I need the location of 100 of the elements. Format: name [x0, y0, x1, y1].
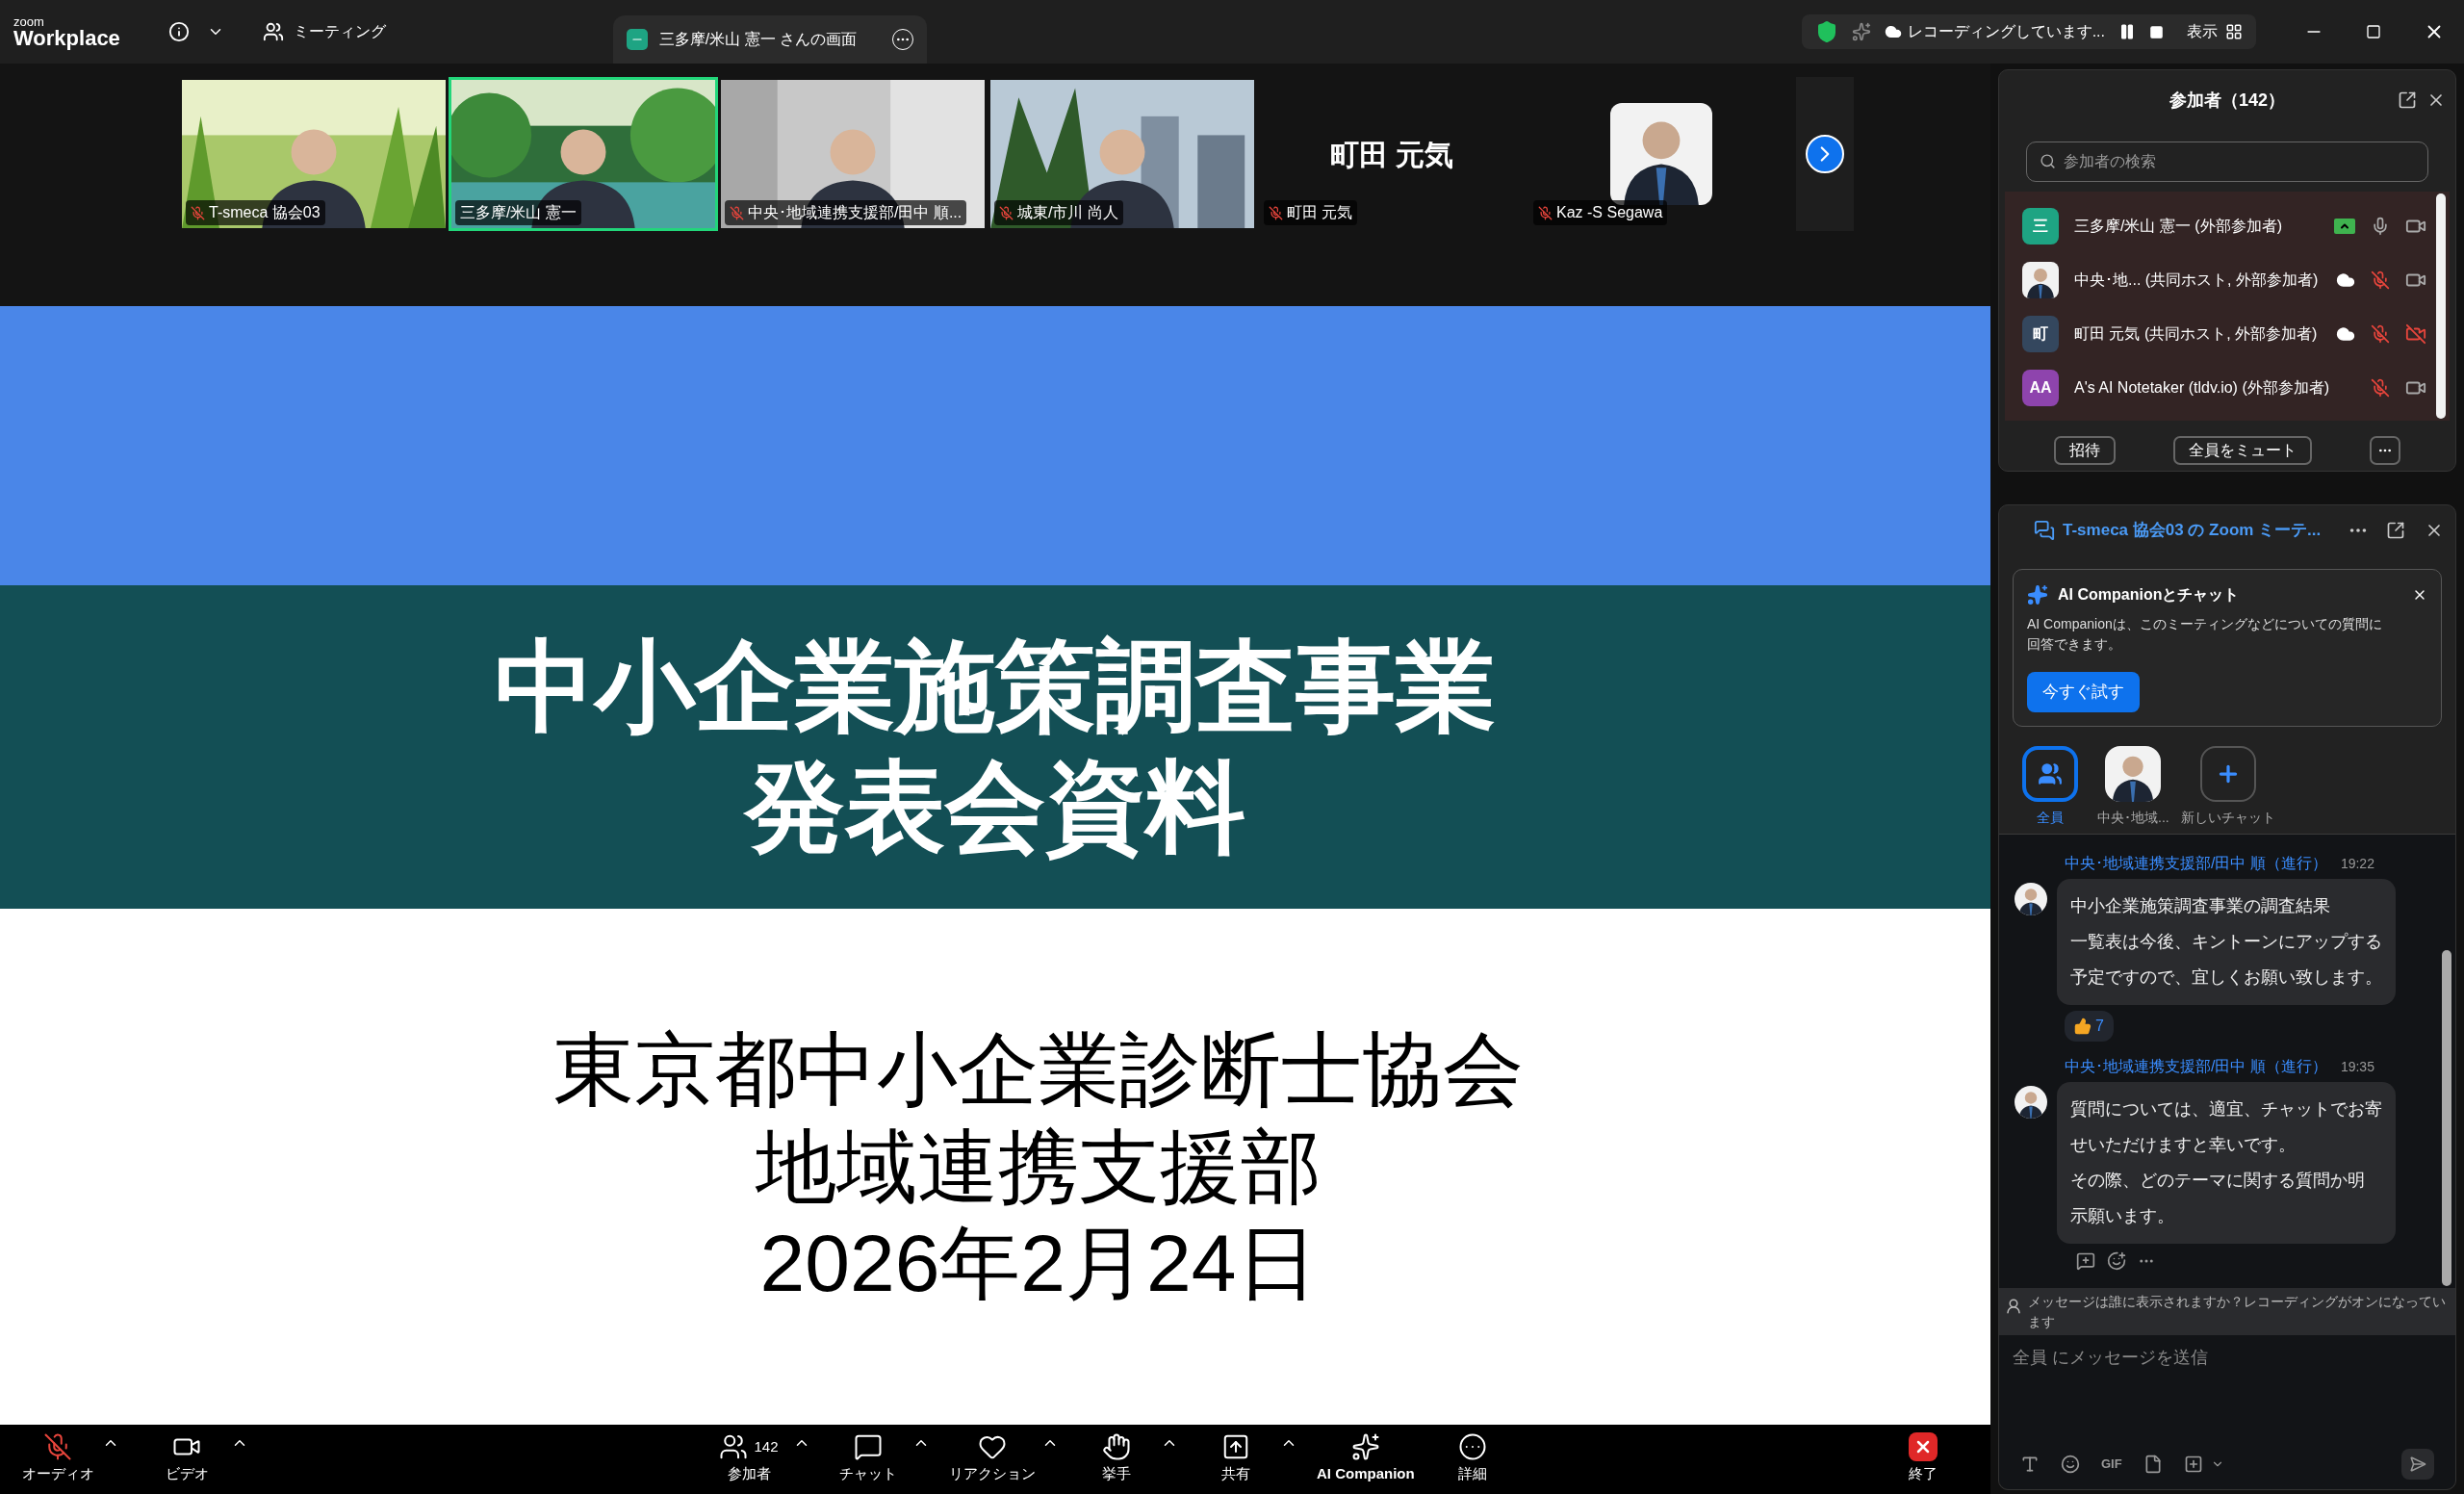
video-button[interactable]: ビデオ — [148, 1425, 225, 1485]
message-time: 19:35 — [2340, 1057, 2374, 1076]
participant-name: 三多摩/米山 憲一 — [460, 203, 577, 222]
share-icon — [626, 29, 648, 50]
chat-button[interactable]: チャット — [830, 1425, 907, 1485]
chat-recipient-tab[interactable]: 新しいチャット — [2178, 746, 2277, 828]
scrollbar[interactable] — [2436, 193, 2446, 419]
chat-title[interactable]: T-smeca 協会03 の Zoom ミーテ... — [2063, 518, 2322, 543]
slide-title: 中小企業施策調査事業 — [495, 630, 1496, 745]
info-icon[interactable] — [167, 21, 190, 42]
panel-button[interactable]: 招待 — [2054, 436, 2116, 465]
panel-button[interactable]: 全員をミュート — [2173, 436, 2312, 465]
participant-name: 城東/市川 尚人 — [1017, 203, 1118, 222]
send-button[interactable] — [2401, 1449, 2434, 1480]
card-text: AI Companionは、このミーティングなどについての質問に回答できます。 — [2027, 615, 2383, 654]
sender-name[interactable]: 中央･地域連携支援部/田中 順（進行） — [2065, 852, 2327, 875]
pause-icon[interactable] — [2118, 23, 2136, 40]
avatar: 町 — [2022, 316, 2059, 352]
people-icon — [262, 21, 284, 42]
recording-status: レコーディングしています... — [1907, 22, 2105, 41]
try-now-button[interactable]: 今すぐ試す — [2027, 672, 2140, 712]
slide-text: 地域連携支援部 — [755, 1120, 1322, 1214]
pop-out-icon[interactable] — [2386, 521, 2405, 540]
share-icon — [1221, 1432, 1250, 1461]
emoji-icon[interactable] — [2061, 1455, 2080, 1474]
slide-text: 東京都中小企業診断士協会 — [552, 1022, 1524, 1117]
panel-title: 参加者（142） — [2169, 89, 2285, 112]
message-time: 19:22 — [2340, 854, 2374, 873]
slide-title: 発表会資料 — [745, 750, 1245, 864]
participant-row[interactable]: 町 町田 元気 (共同ホスト, 外部参加者) — [2005, 307, 2436, 361]
logo-text: zoom — [13, 14, 45, 28]
format-icon[interactable] — [2020, 1455, 2040, 1474]
raise-icon — [1102, 1432, 1131, 1461]
more-button[interactable]: 詳細 — [1433, 1425, 1511, 1485]
participants-button[interactable]: 142 参加者 — [710, 1425, 787, 1485]
grid-icon — [2225, 23, 2243, 40]
message-text: 質問については、適宜、チャットでお寄 — [2070, 1098, 2382, 1120]
avatar: 三 — [2022, 208, 2059, 245]
notice-text: メッセージは誰に表示されますか？レコーディングがオンになっています — [2028, 1293, 2447, 1331]
card-title: AI Companionとチャット — [2058, 585, 2240, 605]
message-text: せいただけますと幸いです。 — [2070, 1134, 2297, 1156]
screenshot-icon[interactable] — [2183, 1455, 2203, 1474]
raise-button[interactable]: 挙手 — [1078, 1425, 1155, 1485]
chat-icon — [854, 1432, 883, 1461]
participant-name: 中央･地... (共同ホスト, 外部参加者) — [2074, 270, 2320, 290]
message-text: 示願います。 — [2070, 1205, 2175, 1227]
reaction-button[interactable]: リアクション — [949, 1425, 1036, 1485]
ai-icon — [1350, 1432, 1380, 1461]
video-tile[interactable]: 城東/市川 尚人 — [988, 77, 1257, 231]
meeting-menu[interactable]: ミーティング — [262, 20, 386, 43]
stop-icon[interactable] — [2149, 24, 2164, 39]
chat-icon — [2034, 520, 2055, 541]
search-icon — [2040, 153, 2056, 169]
sender-name[interactable]: 中央･地域連携支援部/田中 順（進行） — [2065, 1055, 2327, 1078]
tab-label: 三多摩/米山 憲一 さんの画面 — [658, 30, 858, 49]
reply-icon[interactable] — [2076, 1251, 2095, 1271]
chat-recipient-tab[interactable]: 中央･地域... — [2095, 746, 2171, 828]
scrollbar[interactable] — [2442, 950, 2451, 1287]
view-button[interactable]: 表示 — [2187, 20, 2243, 43]
people-icon — [2038, 761, 2063, 786]
gif-button[interactable]: GIF — [2101, 1455, 2122, 1474]
reaction-chip[interactable]: 7 — [2065, 1011, 2114, 1042]
video-tile[interactable]: T-smeca 協会03 — [179, 77, 449, 231]
video-tile[interactable]: 三多摩/米山 憲一 — [449, 77, 718, 231]
logo-text: Workplace — [13, 27, 120, 49]
sparkle-icon — [2027, 584, 2048, 605]
avatar: AA — [2022, 370, 2059, 406]
maximize-icon[interactable] — [2366, 24, 2381, 39]
participant-name: A's AI Notetaker (tldv.io) (外部参加者) — [2074, 378, 2331, 398]
participant-name: 町田 元気 — [1329, 137, 1454, 172]
reaction-count: 7 — [2095, 1017, 2104, 1036]
end-button[interactable]: 終了 — [1885, 1425, 1962, 1485]
cloud-record-icon — [1884, 23, 1902, 40]
more-icon — [1457, 1432, 1487, 1461]
search-field[interactable]: 参加者の検索 — [2026, 142, 2428, 182]
slide-text: 2026年2月24日 — [758, 1217, 1318, 1311]
message-text: その際、どのテーマに関する質問か明 — [2070, 1170, 2366, 1192]
thumbs-up-icon — [2074, 1017, 2092, 1035]
more-button[interactable] — [2370, 436, 2400, 465]
participant-name: 町田 元気 — [1287, 203, 1353, 222]
video-tile[interactable]: 中央･地域連携支援部/田中 順... — [718, 77, 988, 231]
ai-button[interactable]: AI Companion — [1317, 1425, 1415, 1485]
message-composer[interactable]: 全員 にメッセージを送信 GIF — [1999, 1335, 2455, 1489]
pop-out-icon[interactable] — [2398, 90, 2417, 110]
next-button[interactable] — [1806, 135, 1844, 173]
participants-icon — [719, 1432, 749, 1461]
send-icon — [2409, 1455, 2426, 1473]
privacy-icon — [2005, 1298, 2022, 1316]
participant-row[interactable]: AA A's AI Notetaker (tldv.io) (外部参加者) — [2005, 361, 2436, 415]
audio-button[interactable]: オーディオ — [19, 1425, 96, 1485]
participant-name: 町田 元気 (共同ホスト, 外部参加者) — [2074, 324, 2319, 344]
share-tab[interactable]: 三多摩/米山 憲一 さんの画面 — [612, 15, 927, 64]
participant-row[interactable]: 中央･地... (共同ホスト, 外部参加者) — [2005, 253, 2436, 307]
add-reaction-icon[interactable] — [2107, 1251, 2126, 1271]
participant-name: 三多摩/米山 憲一 (外部参加者) — [2074, 217, 2283, 236]
sparkle-icon[interactable] — [1851, 22, 1871, 41]
share-button[interactable]: 共有 — [1197, 1425, 1274, 1485]
end-icon — [1909, 1432, 1938, 1461]
message-input[interactable]: 全員 にメッセージを送信 — [2013, 1345, 2442, 1431]
participant-row[interactable]: 三 三多摩/米山 憲一 (外部参加者) — [2005, 199, 2436, 253]
